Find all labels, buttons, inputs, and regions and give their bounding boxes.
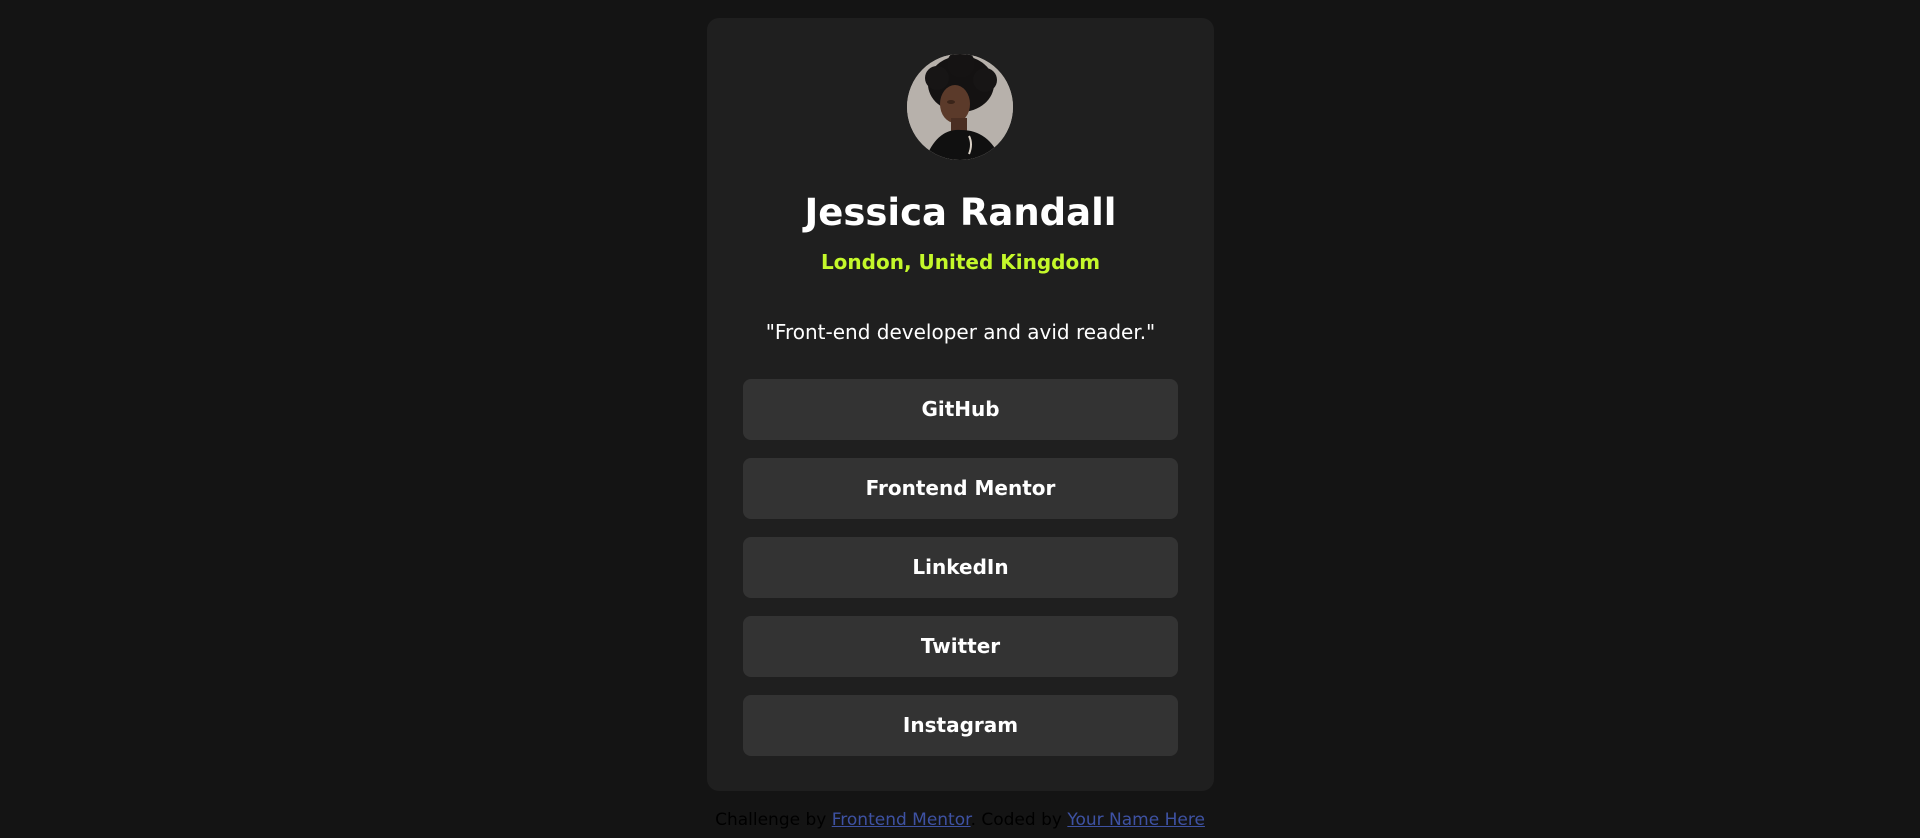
profile-bio: "Front-end developer and avid reader." xyxy=(765,320,1156,344)
profile-card: Jessica Randall London, United Kingdom "… xyxy=(707,18,1214,791)
attribution-prefix: Challenge by xyxy=(715,810,827,830)
attribution: Challenge by Frontend Mentor. Coded by Y… xyxy=(0,808,1920,832)
attribution-middle: . Coded by xyxy=(970,810,1062,830)
linkedin-link-button[interactable]: LinkedIn xyxy=(743,537,1178,598)
github-link-button[interactable]: GitHub xyxy=(743,379,1178,440)
profile-location: London, United Kingdom xyxy=(820,250,1101,274)
frontend-mentor-link-button[interactable]: Frontend Mentor xyxy=(743,458,1178,519)
avatar xyxy=(907,54,1013,160)
instagram-link-button[interactable]: Instagram xyxy=(743,695,1178,756)
challenge-link[interactable]: Frontend Mentor xyxy=(832,810,971,830)
social-links: GitHub Frontend Mentor LinkedIn Twitter … xyxy=(743,379,1178,774)
twitter-link-button[interactable]: Twitter xyxy=(743,616,1178,677)
author-link[interactable]: Your Name Here xyxy=(1067,810,1205,830)
profile-name: Jessica Randall xyxy=(804,191,1117,234)
profile-photo-icon xyxy=(907,54,1013,160)
